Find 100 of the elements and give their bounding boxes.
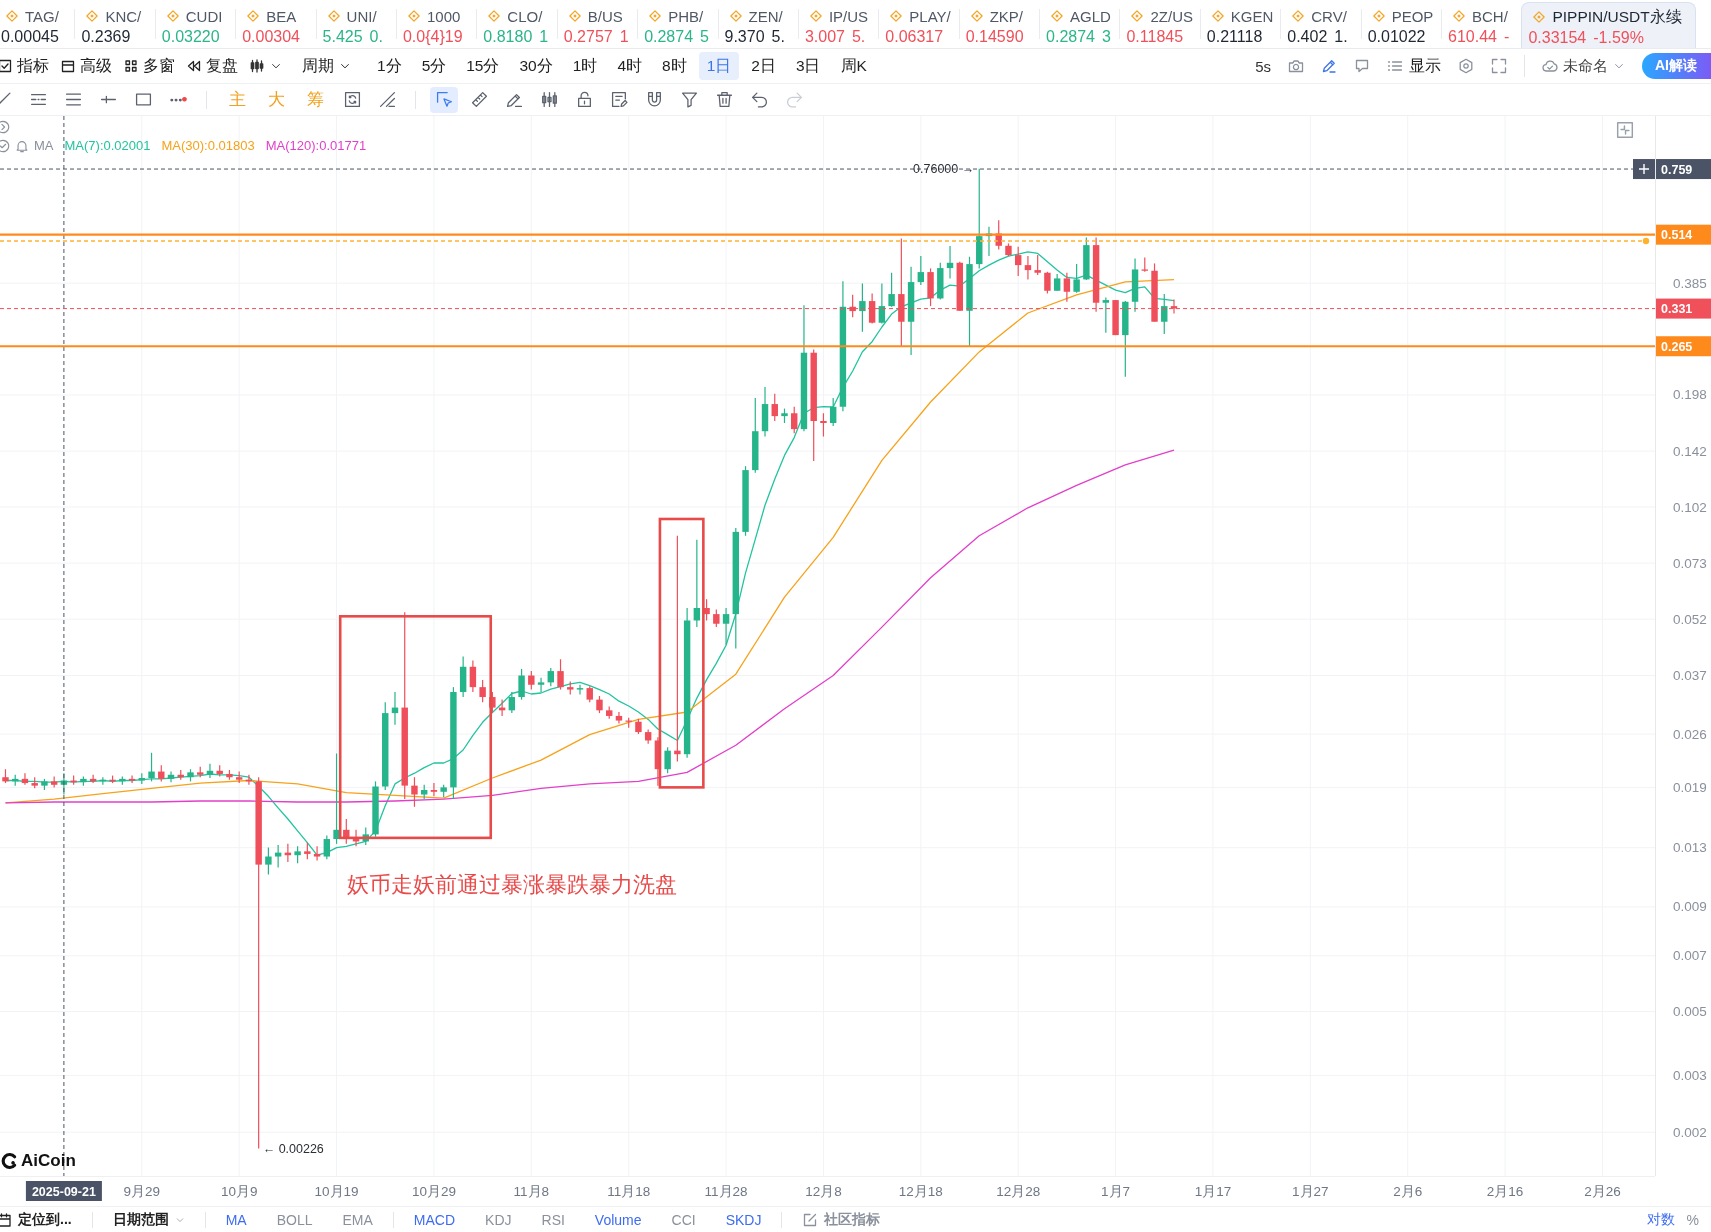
- candlestick: [508, 691, 516, 714]
- locate-button[interactable]: 定位到...: [0, 1210, 72, 1229]
- date-axis-label: 11月28: [704, 1184, 748, 1199]
- price-axis-label: 0.142: [1673, 443, 1707, 459]
- candlestick: [60, 772, 68, 796]
- logo-icon: [0, 1152, 18, 1170]
- ticker-tab[interactable]: ZEN/ 9.370 5.: [717, 0, 798, 48]
- candlestick: [576, 684, 584, 696]
- candlestick: [596, 695, 603, 714]
- interval-tab[interactable]: 4时: [609, 52, 650, 80]
- date-axis-label: 12月28: [996, 1184, 1041, 1199]
- diamond-icon: [327, 10, 340, 22]
- plus-icon: [1638, 163, 1650, 175]
- chart-type-button[interactable]: [249, 58, 282, 74]
- interval-tab[interactable]: 1分: [369, 52, 410, 80]
- checkbox-icon: [0, 58, 13, 74]
- price-axis-label: 0.013: [1673, 840, 1707, 856]
- indicator-toggle[interactable]: MACD: [413, 1211, 456, 1228]
- ticker-tab[interactable]: BCH/ 610.44 -: [1441, 0, 1522, 48]
- camera-icon[interactable]: [1288, 58, 1304, 74]
- interval-tab[interactable]: 1时: [564, 52, 606, 80]
- grid-icon: [123, 58, 139, 74]
- diagonal-lines-icon: [378, 91, 396, 108]
- pen-icon[interactable]: [1321, 58, 1337, 74]
- ticker-tab[interactable]: AGLD 0.2874 3: [1039, 0, 1120, 48]
- ticker-tab[interactable]: ZKP/ 0.14590: [958, 0, 1040, 48]
- ref-line-label: 2025-09-21: [31, 1184, 96, 1199]
- ticker-tab[interactable]: BEA 0.00304: [235, 0, 316, 48]
- interval-tab[interactable]: 3日: [787, 52, 829, 80]
- candlestick: [644, 729, 652, 745]
- scale-toggle[interactable]: 对数: [1646, 1210, 1675, 1229]
- replay-button[interactable]: 复盘: [186, 55, 238, 77]
- ticker-tab[interactable]: 1000 0.0{4}19: [395, 0, 477, 48]
- candlestick: [109, 775, 116, 784]
- candlestick: [50, 775, 58, 788]
- ref-line-label: 0.265: [1661, 339, 1693, 354]
- candlestick: [138, 772, 145, 785]
- advanced-button[interactable]: 高级: [60, 55, 112, 77]
- ticker-tab[interactable]: PHB/ 0.2874 5: [637, 0, 718, 48]
- diamond-icon: [407, 10, 420, 22]
- candlestick: [791, 406, 798, 434]
- multi-window-button[interactable]: 多窗: [123, 55, 175, 77]
- note-icon: [610, 91, 628, 108]
- redo-icon: [785, 91, 803, 108]
- chat-icon[interactable]: [1354, 58, 1370, 74]
- price-axis-label: 0.007: [1673, 948, 1707, 964]
- diamond-icon: [488, 10, 501, 22]
- period-dropdown[interactable]: 周期: [302, 55, 351, 77]
- ticker-tab[interactable]: CUDI 0.03220: [154, 0, 236, 48]
- ref-line-label: 0.514: [1661, 228, 1693, 243]
- ticker-tab[interactable]: 2Z/US 0.11845: [1119, 0, 1200, 48]
- fullscreen-icon[interactable]: [1491, 58, 1507, 74]
- candlestick: [1161, 293, 1168, 335]
- alert-marker-icon[interactable]: [1642, 237, 1650, 245]
- ticker-tab[interactable]: CLO/ 0.8180 1: [476, 0, 557, 48]
- interval-tab[interactable]: 8时: [654, 52, 695, 80]
- trash-icon: [715, 91, 733, 108]
- drawing-tool-button[interactable]: [430, 86, 458, 113]
- ticker-tab[interactable]: PLAY/ 0.06317: [878, 0, 959, 48]
- candlestick: [2, 768, 9, 784]
- price-tag: 0.265: [1656, 336, 1711, 357]
- diamond-icon: [1372, 10, 1385, 22]
- plus-button[interactable]: [1633, 159, 1655, 180]
- collapse-icon[interactable]: [1616, 121, 1634, 139]
- bars-icon: [540, 91, 558, 108]
- ticker-tab[interactable]: KNC/ 0.2369: [74, 0, 155, 48]
- display-button[interactable]: 显示: [1387, 55, 1441, 77]
- diamond-icon: [1131, 10, 1144, 22]
- interval-tab[interactable]: 5分: [413, 52, 455, 80]
- layout-dropdown[interactable]: 未命名: [1542, 56, 1625, 76]
- ticker-tab[interactable]: PIPPIN/USDT永续 0.33154 -1.59%: [1521, 2, 1697, 48]
- indicator-value: MA(30):0.01803: [161, 138, 255, 153]
- indicators-button[interactable]: 指标: [0, 55, 49, 77]
- ticker-tab[interactable]: PEOP 0.01022: [1360, 0, 1442, 48]
- candlestick: [703, 598, 710, 622]
- ticker-tab[interactable]: CRV/ 0.402 1.: [1280, 0, 1361, 48]
- interval-tab[interactable]: 1日: [698, 52, 740, 80]
- refresh-interval-button[interactable]: 5s: [1255, 57, 1271, 75]
- interval-tab[interactable]: 2日: [743, 52, 784, 80]
- ticker-tab[interactable]: B/US 0.2757 1: [556, 0, 638, 48]
- ticker-tab[interactable]: KGEN 0.21118: [1199, 0, 1281, 48]
- interval-tab[interactable]: 15分: [458, 52, 508, 80]
- price-axis-label: 0.073: [1673, 555, 1707, 571]
- indicator-toggle[interactable]: MA: [225, 1211, 247, 1228]
- indicator-toggle[interactable]: SKDJ: [725, 1211, 762, 1228]
- candlestick: [859, 282, 866, 333]
- candlestick: [323, 834, 331, 860]
- settings-icon[interactable]: [1458, 58, 1474, 74]
- ticker-tab[interactable]: IP/US 3.007 5.: [797, 0, 879, 48]
- min-price-label: ← 0.00226: [262, 1142, 324, 1157]
- date-range-dropdown[interactable]: 日期范围: [112, 1210, 185, 1229]
- date-axis-label: 1月17: [1194, 1184, 1232, 1199]
- candlestick: [459, 655, 467, 698]
- bell-icon[interactable]: [15, 138, 29, 153]
- ticker-tab[interactable]: UNI/ 5.425 0.: [315, 0, 396, 48]
- indicator-toggle[interactable]: Volume: [594, 1211, 642, 1228]
- interval-tab[interactable]: 30分: [511, 52, 561, 80]
- date-axis-label: 10月19: [314, 1184, 359, 1199]
- interval-tab[interactable]: 周K: [832, 52, 875, 80]
- candlestick: [177, 769, 184, 781]
